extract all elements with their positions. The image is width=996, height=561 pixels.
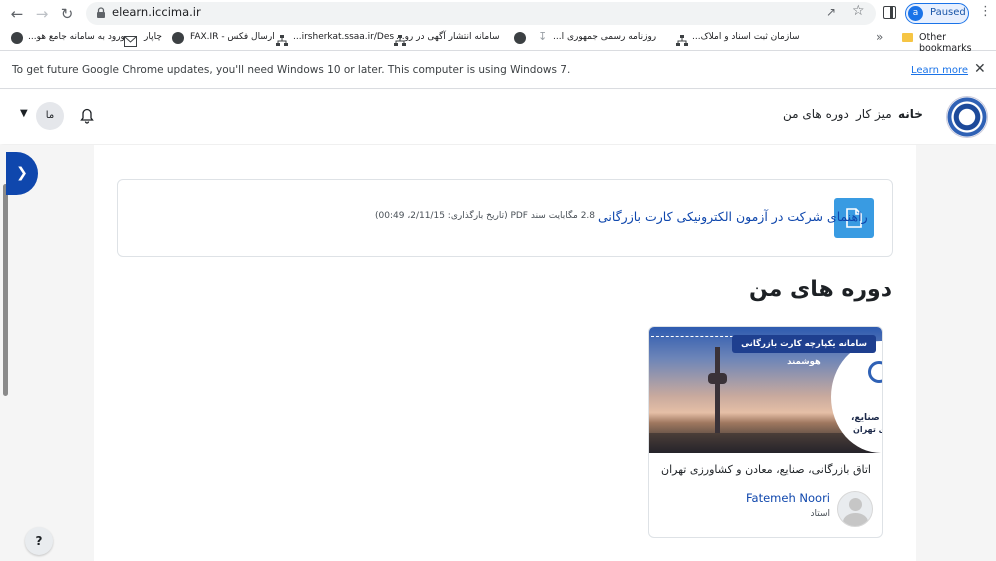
dashed-divider (651, 336, 733, 337)
url-text[interactable]: elearn.iccima.ir (112, 5, 201, 19)
tower-shape (715, 347, 720, 447)
course-title[interactable]: اتاق بازرگانی، صنایع، معادن و کشاورزی ته… (661, 463, 871, 476)
bookmark-item[interactable]: ورود به سامانه جامع هو... (28, 32, 125, 42)
site-logo[interactable] (946, 96, 988, 138)
bookmark-item[interactable]: سازمان ثبت اسناد و املاک... (692, 32, 800, 42)
user-avatar[interactable]: ما (36, 102, 64, 130)
profile-avatar: a (908, 6, 923, 21)
forward-arrow-icon[interactable]: → (31, 3, 53, 25)
course-card[interactable]: صنایع، زی تهران سامانه یکپارچه کارت بازر… (648, 326, 883, 538)
teacher-role: استاد (810, 509, 830, 519)
globe-icon[interactable] (514, 32, 526, 44)
more-bookmarks-icon[interactable]: » (876, 30, 883, 44)
update-infobar: To get future Google Chrome updates, you… (0, 52, 996, 89)
user-silhouette-icon (849, 498, 862, 511)
chevron-right-icon: ❯ (16, 165, 28, 181)
site-navbar: خانه میز کار دوره های من ما ▼ (0, 90, 996, 144)
teacher-name[interactable]: Fatemeh Noori (746, 491, 830, 505)
chrome-menu-icon[interactable]: ⋮ (979, 4, 992, 19)
lock-icon[interactable] (94, 6, 108, 20)
mail-icon[interactable] (124, 32, 137, 47)
bell-icon[interactable] (80, 108, 94, 124)
bookmark-item[interactable]: سامانه انتشار آگهی در رو... (396, 32, 500, 42)
globe-icon[interactable] (172, 32, 184, 44)
bookmark-item[interactable]: irsherkat.ssaa.ir/Des... (293, 32, 394, 42)
reload-icon[interactable]: ↻ (56, 3, 78, 25)
sitemap-icon[interactable] (276, 32, 288, 46)
bookmark-item[interactable]: ارسال فکس - FAX.IR (190, 32, 275, 42)
bookmark-star-icon[interactable]: ☆ (852, 3, 865, 19)
tower-pod-shape (708, 373, 727, 384)
nav-home[interactable]: خانه (898, 107, 923, 121)
browser-toolbar: ← → ↻ elearn.iccima.ir ↗ ☆ a Paused ⋮ (0, 0, 996, 27)
scrollbar-thumb[interactable] (3, 184, 8, 396)
bookmarks-bar: سازمان ثبت اسناد و املاک... ↧ روزنامه رس… (0, 27, 996, 54)
user-silhouette-body (843, 513, 868, 526)
resource-card: راهنمای شرکت در آزمون الکترونیکی کارت با… (117, 179, 893, 257)
learn-more-link[interactable]: Learn more (911, 65, 968, 76)
share-icon[interactable]: ↗ (826, 5, 836, 19)
sitemap-icon[interactable] (394, 32, 406, 46)
profile-button[interactable]: a Paused (905, 3, 969, 24)
nav-dashboard[interactable]: میز کار (856, 107, 892, 121)
image-caption: زی تهران (853, 425, 882, 434)
other-bookmarks[interactable]: Other bookmarks (919, 32, 996, 54)
chamber-logo-icon (868, 361, 882, 383)
folder-icon[interactable] (902, 33, 913, 42)
teacher-avatar[interactable] (837, 491, 873, 527)
bookmark-item[interactable]: چاپار (144, 32, 162, 42)
globe-icon[interactable] (11, 32, 23, 44)
address-bar[interactable]: elearn.iccima.ir ↗ ☆ (86, 2, 876, 25)
course-image[interactable]: صنایع، زی تهران سامانه یکپارچه کارت بازر… (649, 327, 882, 453)
bookmark-item[interactable]: روزنامه رسمی جمهوری ا... (553, 32, 656, 42)
page-title: دوره های من (748, 277, 892, 302)
infobar-message: To get future Google Chrome updates, you… (12, 64, 571, 76)
download-icon[interactable]: ↧ (538, 30, 550, 43)
image-caption: صنایع، (851, 413, 880, 423)
help-button[interactable]: ? (25, 527, 53, 555)
image-banner: سامانه یکپارچه کارت بازرگانی هوشمند (732, 335, 876, 367)
chevron-down-icon[interactable]: ▼ (20, 108, 28, 119)
sitemap-icon[interactable] (676, 32, 688, 46)
nav-my-courses[interactable]: دوره های من (783, 107, 849, 121)
side-panel-icon[interactable] (883, 6, 896, 19)
back-arrow-icon[interactable]: ← (6, 3, 28, 25)
profile-status: Paused (930, 7, 966, 18)
resource-link[interactable]: راهنمای شرکت در آزمون الکترونیکی کارت با… (598, 209, 868, 224)
close-icon[interactable]: ✕ (974, 61, 986, 77)
resource-meta: 2.8 مگابایت سند PDF (تاریخ بارگذاری: 2/1… (375, 211, 596, 221)
